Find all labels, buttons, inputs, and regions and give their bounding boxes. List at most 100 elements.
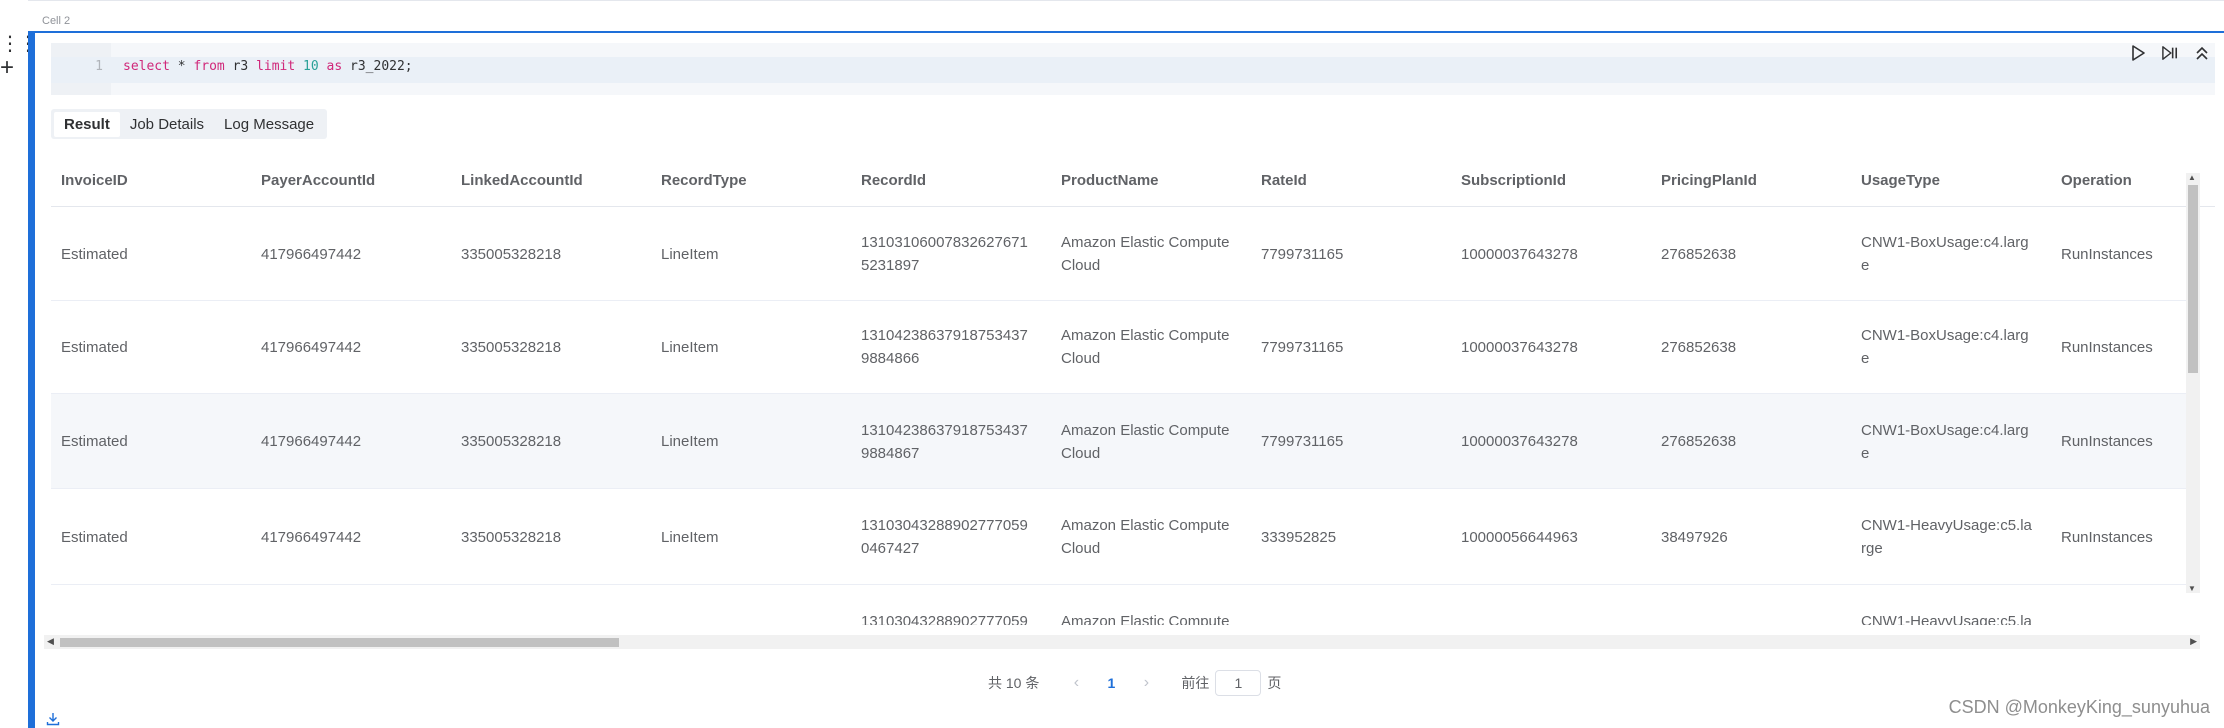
table-cell: 131030432889027770590467428 (861, 610, 1028, 625)
table-row[interactable]: Estimated 417966497442 335005328218 LineIte… (51, 394, 2196, 489)
table-cell: LineItem (661, 528, 719, 546)
horizontal-scrollbar[interactable]: ◀ ▶ (44, 635, 2200, 649)
table-cell: 335005328218 (461, 245, 562, 263)
cell-line: 5231897 (861, 257, 920, 274)
next-page-button[interactable]: › (1131, 674, 1161, 692)
prev-page-button[interactable]: ‹ (1061, 674, 1091, 692)
table-cell: LineItem (661, 245, 719, 263)
scroll-right-icon[interactable]: ▶ (2190, 636, 2197, 647)
vertical-scrollbar[interactable]: ▲ ▼ (2186, 173, 2200, 593)
cell-actions (2130, 45, 2210, 61)
table-cell: CNW1-BoxUsage:c4.larg e (1861, 231, 2029, 277)
table-cell: 13104238637918753437 9884866 (861, 324, 1028, 370)
keyword: select (123, 59, 170, 74)
cell-label: Cell 2 (42, 15, 71, 27)
table-row[interactable]: Estimated 417966497442 335005328218 LineIte… (51, 207, 2196, 301)
cell-line: CNW1-BoxUsage:c4.larg (1861, 234, 2029, 251)
horizontal-scroll-thumb[interactable] (60, 638, 619, 647)
code-text: r3_2022; (342, 59, 413, 74)
vertical-scroll-thumb[interactable] (2188, 185, 2198, 373)
cell-line: 0467427 (861, 540, 920, 557)
cell-line: Amazon Elastic Compute (1061, 613, 1230, 625)
cell-line: 13103043288902777059 (861, 613, 1028, 625)
cell-line: CNW1-BoxUsage:c4.larg (1861, 327, 2029, 344)
table-cell: 10000037643278 (1461, 433, 1578, 450)
column-header[interactable]: RecordId (861, 172, 926, 189)
cell-line: Amazon Elastic Compute (1061, 327, 1230, 344)
code-editor[interactable]: 1 select * from r3 limit 10 as r3_2022; (51, 43, 2215, 95)
total-count: 共 10 条 (988, 675, 1040, 691)
table-row[interactable]: Estimated 417966497442 335005328218 LineIte… (51, 300, 2196, 394)
download-icon[interactable] (46, 712, 60, 726)
table-cell: 335005328218 (461, 338, 562, 356)
column-header[interactable]: RecordType (661, 172, 747, 189)
code-text: * (169, 59, 194, 74)
table-cell: 7799731165 (1261, 245, 1344, 263)
cell-line: 13104238637918753437 (861, 327, 1028, 344)
plus-icon[interactable]: + (0, 56, 14, 80)
table-cell: RunInstances (2061, 245, 2153, 263)
table-cell: 276852638 (1661, 433, 1737, 450)
table-cell: RunInstances (2061, 433, 2153, 450)
table-cell: CNW1-HeavyUsage:c5.large (1861, 610, 2032, 625)
cell-line: rge (1861, 540, 1883, 557)
step-run-icon[interactable] (2162, 45, 2178, 61)
result-tabs: Result Job Details Log Message (51, 109, 328, 139)
cell-line: 9884866 (861, 350, 920, 367)
page-number[interactable]: 1 (1091, 675, 1131, 691)
table-cell: Estimated (61, 528, 128, 546)
cell-line: 13104238637918753437 (861, 421, 1028, 439)
column-header[interactable]: UsageType (1861, 172, 1940, 189)
table-cell: 335005328218 (461, 433, 562, 450)
cell-line: e (1861, 444, 1870, 462)
code-line[interactable]: select * from r3 limit 10 as r3_2022; (123, 59, 413, 74)
scroll-left-icon[interactable]: ◀ (47, 636, 54, 647)
column-header[interactable]: InvoiceID (61, 172, 128, 189)
table-cell: Amazon Elastic ComputeCloud (1061, 231, 1229, 277)
table-cell: 38497926 (1661, 528, 1728, 546)
tab-log-message[interactable]: Log Message (214, 112, 324, 137)
table-cell: RunInstances (2061, 528, 2153, 546)
code-text: r3 (224, 59, 257, 74)
table-cell: 7799731165 (1261, 338, 1344, 356)
scroll-down-icon[interactable]: ▼ (2188, 584, 2196, 593)
column-header[interactable]: ProductName (1061, 172, 1159, 189)
notebook-cell: 1 select * from r3 limit 10 as r3_2022; … (28, 31, 2224, 728)
table-cell: 13104238637918753437 9884867 (861, 419, 1028, 465)
cell-line: CNW1-HeavyUsage:c5.la (1861, 613, 2032, 625)
scroll-up-icon[interactable]: ▲ (2188, 173, 2196, 182)
table-cell: Estimated (61, 245, 128, 263)
table-body: Estimated 417966497442 335005328218 LineIte… (51, 207, 2196, 625)
table-row[interactable]: Estimated 417966497442 335005328218 LineIte… (51, 489, 2196, 585)
play-icon[interactable] (2130, 45, 2146, 61)
tab-result[interactable]: Result (54, 111, 120, 137)
chevrons-up-icon[interactable] (2194, 45, 2210, 61)
table-cell: Amazon Elastic ComputeCloud (1061, 610, 1229, 625)
tab-job-details[interactable]: Job Details (120, 112, 214, 137)
cell-line: CNW1-BoxUsage:c4.larg (1861, 421, 2029, 439)
goto-page-input[interactable] (1215, 670, 1262, 696)
cell-line: e (1861, 257, 1870, 274)
keyword: as (326, 59, 343, 74)
column-header[interactable]: PricingPlanId (1661, 172, 1757, 189)
column-header[interactable]: RateId (1261, 172, 1307, 189)
table-cell: 10000037643278 (1461, 338, 1578, 356)
cell-line: e (1861, 350, 1870, 367)
pagination: 共 10 条 ‹ 1 › 前往 页 (988, 670, 1281, 696)
table-cell: 10000056644963 (1461, 528, 1578, 546)
keyword: from (193, 59, 225, 74)
column-header[interactable]: Operation (2061, 172, 2132, 189)
table-header: InvoiceID PayerAccountId LinkedAccountId Re… (51, 155, 2215, 207)
column-header[interactable]: SubscriptionId (1461, 172, 1566, 189)
column-header[interactable]: PayerAccountId (261, 172, 375, 189)
table-cell: 417966497442 (261, 245, 362, 263)
top-divider (28, 0, 2224, 1)
table-cell: 276852638 (1661, 338, 1737, 356)
column-header[interactable]: LinkedAccountId (461, 172, 583, 189)
table-cell: Estimated (61, 338, 128, 356)
table-cell: 13103043288902777059 0467427 (861, 514, 1028, 560)
table-cell: 276852638 (1661, 245, 1737, 263)
cell-line: Cloud (1061, 540, 1101, 557)
table-cell: 417966497442 (261, 338, 362, 356)
table-row[interactable]: Estimated 417966497442 335005328218 LineIte… (51, 585, 2196, 625)
